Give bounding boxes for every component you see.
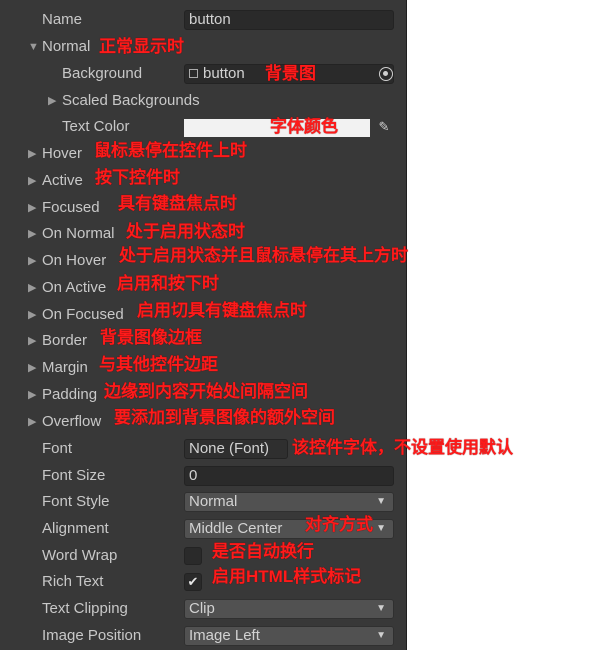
on-normal-annotation: 处于启用状态时 xyxy=(126,222,245,241)
eyedropper-icon[interactable]: ✎ xyxy=(376,119,392,135)
dropdown-arrow-icon: ▼ xyxy=(376,523,386,534)
on-focused-label[interactable]: On Focused xyxy=(42,303,124,327)
font-size-value: 0 xyxy=(189,467,198,484)
text-color-annotation: 字体颜色 xyxy=(270,117,338,136)
on-hover-label[interactable]: On Hover xyxy=(42,249,106,273)
word-wrap-checkbox[interactable] xyxy=(184,547,202,565)
name-field[interactable]: button xyxy=(184,10,394,30)
word-wrap-annotation: 是否自动换行 xyxy=(212,542,314,561)
row-image-position: Image Position Image Left ▼ xyxy=(0,624,406,648)
rich-text-annotation: 启用HTML样式标记 xyxy=(212,567,362,586)
text-clipping-label: Text Clipping xyxy=(42,600,128,617)
name-label: Name xyxy=(42,11,83,28)
row-text-color: Text Color ✎ xyxy=(0,115,406,139)
row-border[interactable]: ▶ Border xyxy=(0,329,406,353)
rich-text-checkbox[interactable]: ✔ xyxy=(184,573,202,591)
background-annotation: 背景图 xyxy=(265,64,316,83)
overflow-label[interactable]: Overflow xyxy=(42,410,101,434)
texture-icon xyxy=(189,69,198,78)
foldout-closed-icon[interactable]: ▶ xyxy=(28,169,36,193)
scaled-backgrounds-label[interactable]: Scaled Backgrounds xyxy=(62,89,200,113)
active-label[interactable]: Active xyxy=(42,169,83,193)
text-clipping-dropdown[interactable]: Clip ▼ xyxy=(184,599,394,619)
font-style-dropdown[interactable]: Normal ▼ xyxy=(184,492,394,512)
row-scaled-backgrounds[interactable]: ▶ Scaled Backgrounds xyxy=(0,89,406,113)
on-normal-label[interactable]: On Normal xyxy=(42,222,115,246)
foldout-closed-icon[interactable]: ▶ xyxy=(28,383,36,407)
row-background: Background button xyxy=(0,62,406,86)
focused-annotation: 具有键盘焦点时 xyxy=(118,194,237,213)
dropdown-arrow-icon: ▼ xyxy=(376,630,386,641)
font-style-value: Normal xyxy=(189,493,238,510)
alignment-value: Middle Center xyxy=(189,520,283,537)
font-value: None (Font) xyxy=(189,440,270,457)
dropdown-arrow-icon: ▼ xyxy=(376,496,386,507)
on-hover-annotation: 处于启用状态并且鼠标悬停在其上方时 xyxy=(119,246,408,265)
foldout-closed-icon[interactable]: ▶ xyxy=(28,329,36,353)
foldout-closed-icon[interactable]: ▶ xyxy=(28,303,36,327)
font-object-field[interactable]: None (Font) xyxy=(184,439,288,459)
row-text-clipping: Text Clipping Clip ▼ xyxy=(0,597,406,621)
foldout-closed-icon[interactable]: ▶ xyxy=(28,249,36,273)
font-size-field[interactable]: 0 xyxy=(184,466,394,486)
hover-label[interactable]: Hover xyxy=(42,142,82,166)
text-color-label: Text Color xyxy=(62,118,130,135)
foldout-closed-icon[interactable]: ▶ xyxy=(28,196,36,220)
margin-label[interactable]: Margin xyxy=(42,356,88,380)
background-value: button xyxy=(203,65,245,82)
padding-label[interactable]: Padding xyxy=(42,383,97,407)
row-normal[interactable]: ▼ Normal xyxy=(0,35,406,59)
font-size-label: Font Size xyxy=(42,467,106,484)
focused-label[interactable]: Focused xyxy=(42,196,100,220)
on-active-annotation: 启用和按下时 xyxy=(117,274,219,293)
foldout-closed-icon[interactable]: ▶ xyxy=(28,142,36,166)
word-wrap-label: Word Wrap xyxy=(42,547,118,564)
font-annotation: 该控件字体，不设置使用默认 xyxy=(292,438,513,457)
foldout-closed-icon[interactable]: ▶ xyxy=(28,356,36,380)
alignment-label: Alignment xyxy=(42,520,109,537)
checkmark-icon: ✔ xyxy=(187,574,199,589)
foldout-open-icon[interactable]: ▼ xyxy=(28,35,39,59)
font-label: Font xyxy=(42,440,73,457)
alignment-annotation: 对齐方式 xyxy=(305,515,373,534)
font-style-label: Font Style xyxy=(42,493,110,510)
row-font-style: Font Style Normal ▼ xyxy=(0,490,406,514)
foldout-closed-icon[interactable]: ▶ xyxy=(28,276,36,300)
dropdown-arrow-icon: ▼ xyxy=(376,603,386,614)
hover-annotation: 鼠标悬停在控件上时 xyxy=(94,141,247,160)
margin-annotation: 与其他控件边距 xyxy=(99,355,218,374)
foldout-closed-icon[interactable]: ▶ xyxy=(48,89,56,113)
foldout-closed-icon[interactable]: ▶ xyxy=(28,222,36,246)
inspector-panel: Name button ▼ Normal 正常显示时 Background bu… xyxy=(0,0,408,650)
row-name: Name button xyxy=(0,8,406,32)
rich-text-label: Rich Text xyxy=(42,573,104,590)
row-font-size: Font Size 0 xyxy=(0,464,406,488)
image-position-dropdown[interactable]: Image Left ▼ xyxy=(184,626,394,646)
name-value: button xyxy=(189,11,231,28)
normal-label[interactable]: Normal xyxy=(42,35,90,59)
object-picker-icon[interactable] xyxy=(379,67,393,81)
image-position-label: Image Position xyxy=(42,627,142,644)
active-annotation: 按下控件时 xyxy=(95,168,180,187)
padding-annotation: 边缘到内容开始处间隔空间 xyxy=(104,382,308,401)
normal-annotation: 正常显示时 xyxy=(99,37,184,56)
text-clipping-value: Clip xyxy=(189,600,215,617)
foldout-closed-icon[interactable]: ▶ xyxy=(28,410,36,434)
border-label[interactable]: Border xyxy=(42,329,87,353)
overflow-annotation: 要添加到背景图像的额外空间 xyxy=(114,408,335,427)
border-annotation: 背景图像边框 xyxy=(100,328,202,347)
row-word-wrap: Word Wrap xyxy=(0,544,406,568)
image-position-value: Image Left xyxy=(189,627,260,644)
on-focused-annotation: 启用切具有键盘焦点时 xyxy=(137,301,307,320)
background-label: Background xyxy=(62,65,143,82)
row-active[interactable]: ▶ Active xyxy=(0,169,406,193)
on-active-label[interactable]: On Active xyxy=(42,276,106,300)
